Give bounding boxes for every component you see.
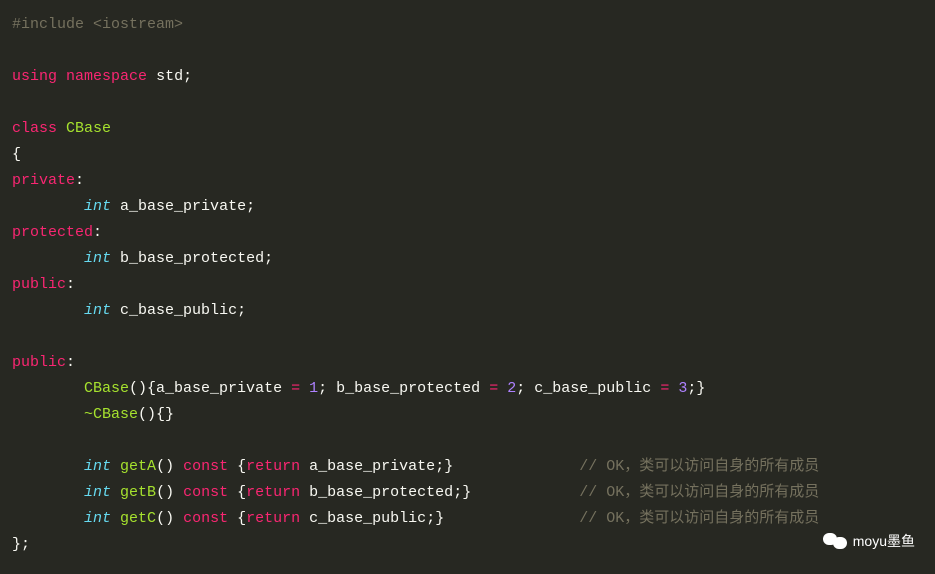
fn-getB: getB <box>120 484 156 501</box>
access-private: private <box>12 172 75 189</box>
comment: // OK，类可以访问自身的所有成员 <box>579 510 819 527</box>
type-int: int <box>84 198 111 215</box>
code-block: #include <iostream> using namespace std;… <box>12 12 923 558</box>
wechat-icon <box>823 529 847 553</box>
access-protected: protected <box>12 224 93 241</box>
keyword-const: const <box>183 458 228 475</box>
comment: // OK，类可以访问自身的所有成员 <box>579 484 819 501</box>
watermark: moyu墨鱼 <box>823 528 915 554</box>
type-int: int <box>84 302 111 319</box>
keyword-using: using <box>12 68 57 85</box>
var-b: b_base_protected <box>120 250 264 267</box>
num-2: 2 <box>507 380 516 397</box>
var-c: c_base_public <box>120 302 237 319</box>
access-public: public <box>12 354 66 371</box>
ctor: CBase <box>84 380 129 397</box>
type-int: int <box>84 484 111 501</box>
type-int: int <box>84 510 111 527</box>
comment: // OK，类可以访问自身的所有成员 <box>579 458 819 475</box>
fn-getC: getC <box>120 510 156 527</box>
num-1: 1 <box>309 380 318 397</box>
keyword-const: const <box>183 484 228 501</box>
type-int: int <box>84 458 111 475</box>
class-name: CBase <box>66 120 111 137</box>
num-3: 3 <box>678 380 687 397</box>
brace-close: }; <box>12 536 30 553</box>
dtor: ~CBase <box>84 406 138 423</box>
access-public: public <box>12 276 66 293</box>
preprocessor: #include <iostream> <box>12 16 183 33</box>
keyword-return: return <box>246 484 300 501</box>
var-a: a_base_private <box>120 198 246 215</box>
fn-getA: getA <box>120 458 156 475</box>
watermark-text: moyu墨鱼 <box>853 528 915 554</box>
keyword-namespace: namespace <box>66 68 147 85</box>
brace: { <box>12 146 21 163</box>
type-int: int <box>84 250 111 267</box>
identifier-std: std <box>156 68 183 85</box>
keyword-return: return <box>246 510 300 527</box>
keyword-const: const <box>183 510 228 527</box>
keyword-return: return <box>246 458 300 475</box>
keyword-class: class <box>12 120 57 137</box>
